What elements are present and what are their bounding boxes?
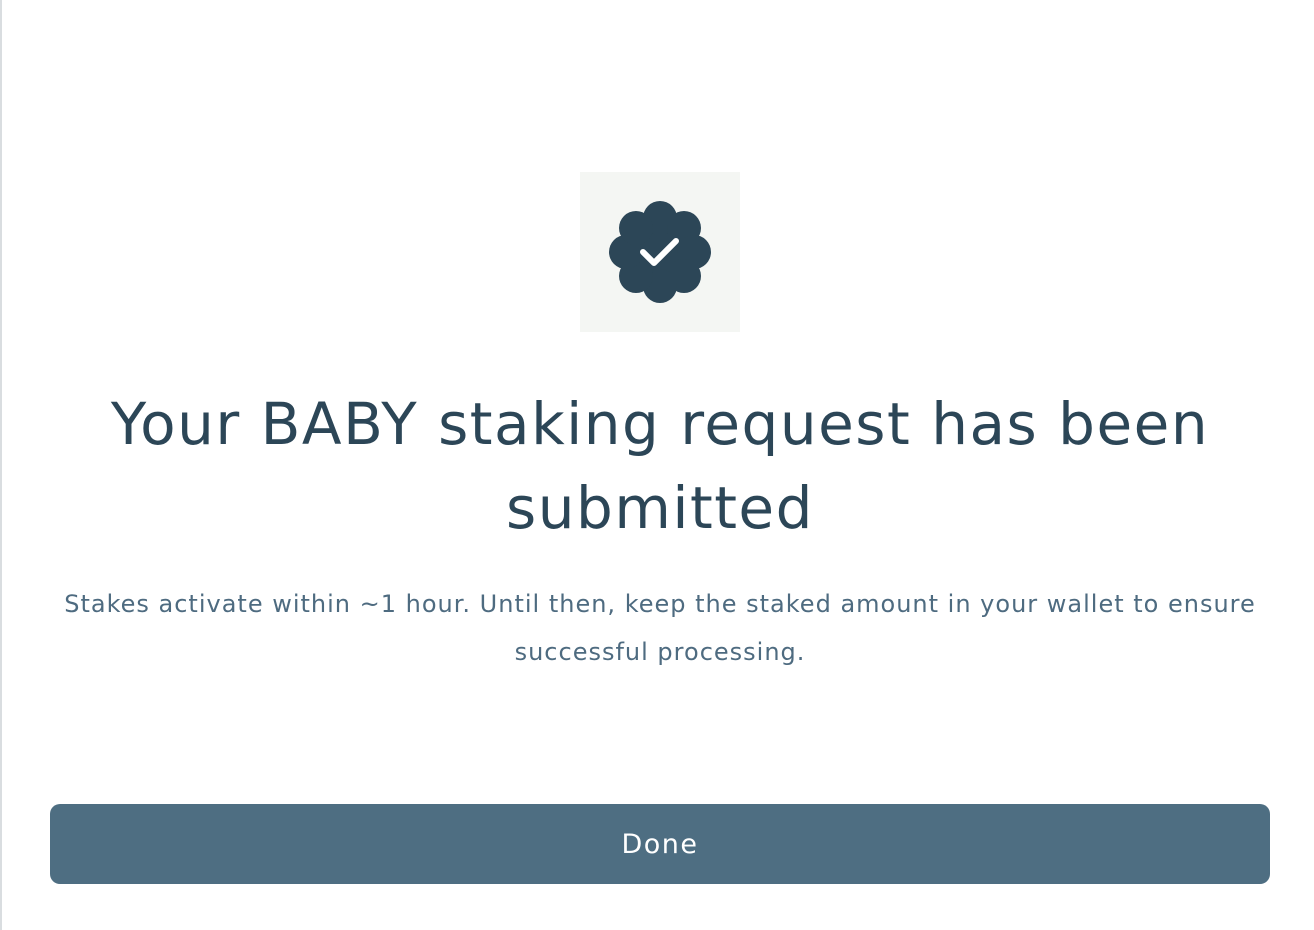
dialog-message: Stakes activate within ~1 hour. Until th… xyxy=(64,590,1256,666)
verified-badge-check-icon xyxy=(609,201,711,303)
success-icon-container xyxy=(580,172,740,332)
dialog-title: Your BABY staking request has been submi… xyxy=(110,390,1210,542)
stake-success-dialog: Your BABY staking request has been submi… xyxy=(0,0,1314,930)
done-button[interactable]: Done xyxy=(50,804,1270,884)
